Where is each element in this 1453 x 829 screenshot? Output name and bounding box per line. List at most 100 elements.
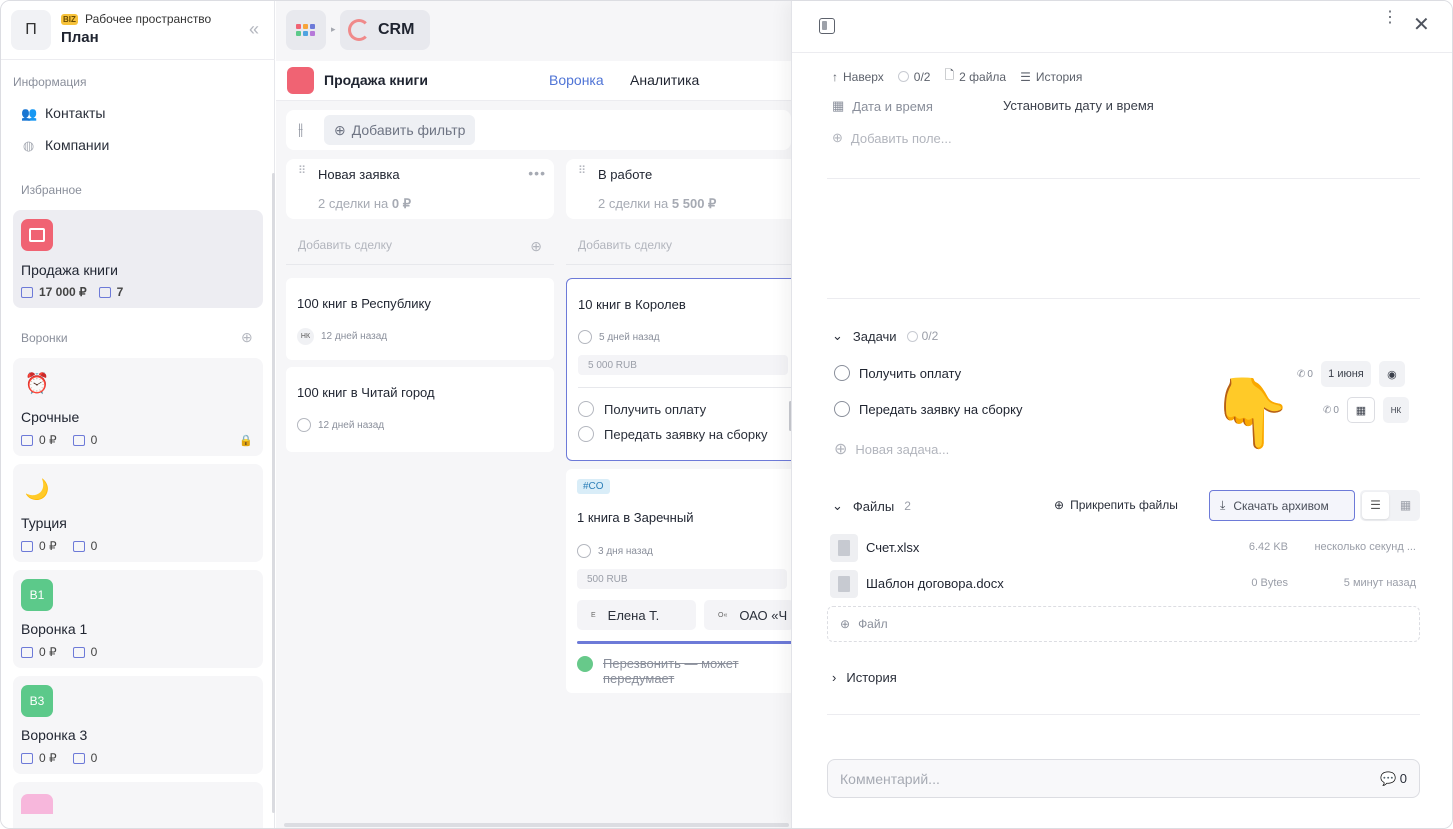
funnel-stats: 0 ₽ 0 [21,539,97,553]
sidebar-item-contacts[interactable]: 👥 Контакты [21,105,105,121]
funnel-avatar: В3 [21,685,53,717]
calendar-icon[interactable]: ▦ [1346,397,1375,423]
add-file-dropzone[interactable]: ⊕ Файл [827,606,1420,642]
workspace-header[interactable]: П BIZ Рабочее пространство План « [11,10,265,50]
sliders-icon[interactable]: ⫲ [298,121,303,139]
funnel-card[interactable]: В3 Воронка 3 0 ₽ 0 [13,676,263,774]
top-bar: ▸ CRM [276,1,791,61]
date-field-label: ▦ Дата и время [832,98,933,114]
column-header: ⠿ Новая заявка ••• 2 сделки на 0 ₽ [286,159,554,219]
checkbox-icon[interactable] [578,426,594,442]
column-title: Новая заявка [318,167,400,182]
phone-icon: ✆ [1323,404,1332,416]
funnel-card[interactable]: ⏰ Срочные 0 ₽ 0 🔒 [13,358,263,456]
funnel-count: 0 [90,539,98,553]
task-label: Получить оплату [859,365,962,381]
add-field-button[interactable]: ⊕ Добавить поле... [832,130,952,146]
phone-icon: ✆ [1297,368,1306,380]
attach-files-button[interactable]: ⊕ Прикрепить файлы [1054,498,1178,512]
chevron-down-icon: ⌄ [832,328,843,343]
checkbox-icon[interactable] [578,401,594,417]
assign-user-icon[interactable]: ◉ [1378,361,1405,387]
assignee-avatar[interactable]: НК [1382,397,1409,423]
deal-meta: НК 12 дней назад [297,328,387,345]
panel-toggle-icon[interactable] [819,18,835,34]
comment-input[interactable]: Комментарий... 💬 0 [827,759,1420,798]
collapse-sidebar-icon[interactable]: « [249,20,259,38]
list-view-icon[interactable]: ☰ [1362,492,1389,519]
deal-card[interactable]: 100 книг в Читай город 12 дней назад [286,367,554,452]
history-section-header[interactable]: › История [832,670,897,685]
contacts-icon: 👥 [21,105,38,121]
file-row[interactable]: Счет.xlsx 6.42 KB несколько секунд ... [830,534,1420,562]
company-pill[interactable]: О« ОАО «Ч [704,600,794,630]
drag-handle-icon[interactable]: ⠿ [298,166,306,177]
history-link[interactable]: ☰ История [1020,70,1082,84]
contact-pill[interactable]: Е Елена Т. [577,600,696,630]
lock-icon: 🔒 [239,435,253,447]
close-icon[interactable]: ✕ [1413,15,1430,35]
scroll-up-link[interactable]: ↑ Наверх [832,70,884,84]
set-date-button[interactable]: Установить дату и время [1003,98,1154,113]
file-size: 6.42 KB [1248,541,1288,553]
tab-analytics[interactable]: Аналитика [630,72,699,88]
task-item[interactable]: Получить оплату [834,365,961,381]
board-scrollbar[interactable] [284,823,789,827]
files-link[interactable]: 🗋 2 файла [944,66,1006,87]
drag-handle-icon[interactable]: ⠿ [578,166,586,177]
sidebar-scrollbar[interactable] [272,173,275,813]
funnel-card[interactable]: 🌙 Турция 0 ₽ 0 [13,464,263,562]
funnel-card[interactable] [13,782,263,828]
divider [827,178,1420,179]
funnel-count: 0 [90,645,98,659]
workspace-title: План [61,29,99,46]
deal-task-done[interactable]: Перезвонить — может передумает [577,656,793,686]
tasks-section-header[interactable]: ⌄ Задачи 0/2 [832,328,938,344]
funnel-card[interactable]: В1 Воронка 1 0 ₽ 0 [13,570,263,668]
app-window: П BIZ Рабочее пространство План « Информ… [0,0,1453,829]
board-area: ▸ CRM Продажа книги Воронка Аналитика ⫲ … [276,1,834,828]
deal-task[interactable]: Получить оплату [578,401,706,417]
checkbox-icon[interactable] [834,401,850,417]
chart-icon [21,752,33,764]
file-row[interactable]: Шаблон договора.docx 0 Bytes 5 минут наз… [830,570,1420,598]
more-vertical-icon[interactable]: ⋮ [1382,10,1398,26]
task-item[interactable]: Передать заявку на сборку [834,401,1022,417]
chevron-right-icon: › [832,670,837,685]
files-section-header[interactable]: ⌄ Файлы 2 [832,498,911,514]
add-filter-button[interactable]: ⊕ Добавить фильтр [324,115,476,145]
funnel-column: ⠿ Новая заявка ••• 2 сделки на 0 ₽ Добав… [286,159,554,459]
favorite-funnel-card[interactable]: Продажа книги 17 000 ₽ 7 [13,210,263,308]
plus-circle-icon: ⊕ [832,130,843,145]
page-header: Продажа книги Воронка Аналитика [276,61,791,101]
add-funnel-icon[interactable]: ⊕ [241,329,253,346]
calendar-icon: ▦ [832,98,845,113]
plus-circle-icon: ⊕ [1054,498,1065,512]
add-deal-button[interactable]: Добавить сделку ⊕ [286,227,554,265]
funnel-name: Воронка 1 [21,621,88,637]
summary-prefix: 2 сделки на [318,196,392,211]
tasks-progress[interactable]: 0/2 [897,70,930,84]
download-archive-button[interactable]: ⤓ Скачать архивом [1209,490,1355,521]
sidebar-item-companies[interactable]: ◍ Компании [21,137,109,153]
plus-circle-icon: ⊕ [840,617,851,631]
deals-icon [72,434,85,446]
deal-task[interactable]: Передать заявку на сборку [578,426,767,442]
new-task-placeholder: Новая задача... [855,441,950,457]
tab-funnel[interactable]: Воронка [549,72,604,88]
clock-icon [577,544,591,558]
check-done-icon[interactable] [577,656,593,672]
deal-title: 100 книг в Читай город [297,385,435,400]
more-icon[interactable]: ••• [528,165,546,181]
file-date: 5 минут назад [1343,577,1416,589]
crm-app-button[interactable]: CRM [340,10,430,50]
task-date-button[interactable]: 1 июня [1320,361,1371,387]
sidebar: П BIZ Рабочее пространство План « Информ… [1,1,275,828]
apps-grid-icon[interactable] [286,10,326,50]
divider [827,298,1420,299]
grid-view-icon[interactable]: ▦ [1393,492,1418,519]
checkbox-icon[interactable] [834,365,850,381]
new-task-input[interactable]: ⊕ Новая задача... [834,439,949,459]
calendar-icon [21,219,53,251]
deal-card[interactable]: 100 книг в Республику НК 12 дней назад [286,278,554,360]
